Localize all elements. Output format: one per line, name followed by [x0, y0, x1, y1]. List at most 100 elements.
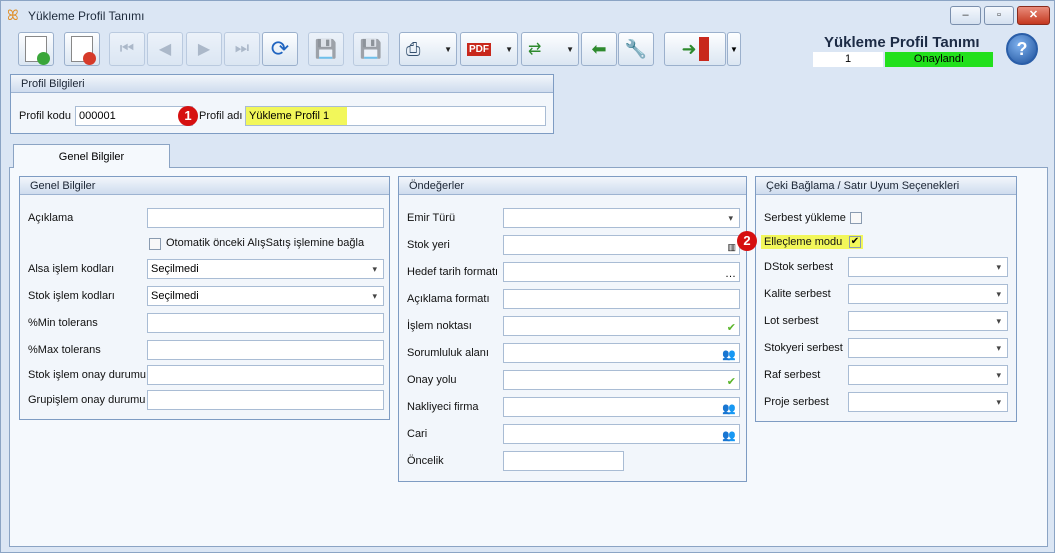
- last-record-button[interactable]: ⏭: [224, 32, 260, 66]
- nakliyeci-input[interactable]: 👥: [503, 397, 740, 417]
- stokyeri-select[interactable]: [848, 338, 1008, 358]
- ondegerler-panel: Öndeğerler Emir Türü Stok yeri ▥ Hedef t…: [398, 176, 747, 482]
- kalite-select[interactable]: [848, 284, 1008, 304]
- double-check-icon[interactable]: ✔: [727, 319, 736, 337]
- oncelik-input[interactable]: [503, 451, 624, 471]
- close-button[interactable]: ✕: [1017, 6, 1050, 25]
- save-close-icon: 💾: [359, 38, 383, 59]
- islem-noktasi-label: İşlem noktası: [407, 320, 472, 332]
- maximize-button[interactable]: ▫: [984, 6, 1014, 25]
- lookup-icon[interactable]: ▥: [727, 238, 736, 256]
- exit-dropdown-button[interactable]: ▼: [727, 32, 741, 66]
- pdf-icon: PDF: [467, 42, 491, 56]
- users-icon[interactable]: 👥: [722, 427, 736, 445]
- users-icon[interactable]: 👥: [722, 400, 736, 418]
- save-icon: 💾: [314, 38, 338, 59]
- import-button[interactable]: ⬅: [581, 32, 617, 66]
- profil-adi-input[interactable]: Yükleme Profil 1: [245, 106, 546, 126]
- grup-onay-input[interactable]: [147, 390, 384, 410]
- stokyeri-label: Stokyeri serbest: [764, 342, 843, 354]
- save-button[interactable]: 💾: [308, 32, 344, 66]
- aciklama-formati-input[interactable]: [503, 289, 740, 309]
- profil-adi-label: Profil adı: [199, 110, 243, 122]
- tab-genel-bilgiler[interactable]: Genel Bilgiler: [13, 144, 170, 168]
- kalite-label: Kalite serbest: [764, 288, 831, 300]
- double-check-icon[interactable]: ✔: [727, 373, 736, 391]
- import-icon: ⬅: [591, 38, 607, 59]
- min-tolerans-label: %Min tolerans: [28, 317, 98, 329]
- alsa-select[interactable]: Seçilmedi: [147, 259, 384, 279]
- dstok-select[interactable]: [848, 257, 1008, 277]
- lot-label: Lot serbest: [764, 315, 819, 327]
- stok-islem-select[interactable]: Seçilmedi: [147, 286, 384, 306]
- delete-button[interactable]: [64, 32, 100, 66]
- status-badge: Onaylandı: [885, 52, 993, 67]
- ceki-panel: Çeki Bağlama / Satır Uyum Seçenekleri Se…: [737, 176, 1017, 422]
- settings-button[interactable]: 🔧: [618, 32, 654, 66]
- emir-turu-select[interactable]: [503, 208, 740, 228]
- raf-select[interactable]: [848, 365, 1008, 385]
- first-icon: ⏮: [119, 40, 135, 57]
- cari-label: Cari: [407, 428, 428, 440]
- new-document-icon: [25, 36, 50, 65]
- otomatik-label: Otomatik önceki AlışSatış işlemine bağla: [166, 237, 365, 249]
- checkmark-icon: ✔: [850, 236, 860, 247]
- hedef-tarih-input[interactable]: …: [503, 262, 740, 282]
- profil-kodu-label: Profil kodu: [19, 110, 71, 122]
- ellipsis-icon[interactable]: …: [725, 265, 736, 283]
- dropdown-arrow-icon: ▼: [730, 44, 738, 54]
- profil-adi-value: Yükleme Profil 1: [246, 107, 348, 125]
- onay-yolu-label: Onay yolu: [407, 374, 457, 386]
- annotation-marker-1: 1: [178, 106, 198, 126]
- serbest-yukleme-checkbox[interactable]: [850, 212, 862, 224]
- exit-button[interactable]: ➜: [664, 32, 726, 66]
- minimize-button[interactable]: –: [950, 6, 981, 25]
- alsa-label: Alsa işlem kodları: [28, 263, 115, 275]
- delete-document-icon: [71, 36, 96, 65]
- sorumluluk-input[interactable]: 👥: [503, 343, 740, 363]
- sorumluluk-label: Sorumluluk alanı: [407, 347, 489, 359]
- door-icon: [698, 37, 709, 61]
- printer-icon: ⎙: [406, 38, 421, 59]
- dropdown-arrow-icon: ▼: [566, 45, 574, 54]
- form-title: Yükleme Profil Tanımı: [824, 34, 980, 51]
- nakliyeci-label: Nakliyeci firma: [407, 401, 479, 413]
- cari-input[interactable]: 👥: [503, 424, 740, 444]
- lot-select[interactable]: [848, 311, 1008, 331]
- islem-noktasi-input[interactable]: ✔: [503, 316, 740, 336]
- max-tolerans-input[interactable]: [147, 340, 384, 360]
- stok-yeri-input[interactable]: ▥: [503, 235, 740, 255]
- onay-yolu-input[interactable]: ✔: [503, 370, 740, 390]
- min-tolerans-input[interactable]: [147, 313, 384, 333]
- previous-icon: ◀: [158, 41, 172, 58]
- aciklama-formati-label: Açıklama formatı: [407, 293, 490, 305]
- print-button[interactable]: ⎙ ▼: [399, 32, 457, 66]
- export-pdf-button[interactable]: PDF ▼: [460, 32, 518, 66]
- title-bar: ꕤ Yükleme Profil Tanımı – ▫ ✕: [1, 1, 1054, 29]
- first-record-button[interactable]: ⏮: [109, 32, 145, 66]
- users-icon[interactable]: 👥: [722, 346, 736, 364]
- aciklama-label: Açıklama: [28, 212, 74, 224]
- profil-panel-header: Profil Bilgileri: [11, 75, 553, 93]
- wrench-icon: 🔧: [624, 38, 648, 59]
- save-close-button[interactable]: 💾: [353, 32, 389, 66]
- last-icon: ⏭: [234, 40, 250, 57]
- ellecleme-label: Elleçleme modu: [761, 235, 863, 249]
- profil-kodu-input[interactable]: 000001: [75, 106, 193, 126]
- ellecleme-checkbox[interactable]: ✔: [849, 236, 861, 248]
- new-button[interactable]: [18, 32, 54, 66]
- next-record-button[interactable]: ▶: [186, 32, 222, 66]
- raf-label: Raf serbest: [764, 369, 821, 381]
- proje-select[interactable]: [848, 392, 1008, 412]
- profil-panel: Profil Bilgileri Profil kodu 000001 1 Pr…: [10, 74, 554, 134]
- refresh-button[interactable]: ⟳: [262, 32, 298, 66]
- help-button[interactable]: ?: [1006, 33, 1038, 65]
- transfer-button[interactable]: ⇄ ▼: [521, 32, 579, 66]
- dropdown-arrow-icon: ▼: [444, 45, 452, 54]
- butterfly-icon: ꕤ: [7, 7, 19, 23]
- aciklama-input[interactable]: [147, 208, 384, 228]
- genel-panel: Genel Bilgiler Açıklama Otomatik önceki …: [19, 176, 390, 420]
- otomatik-checkbox[interactable]: [149, 238, 161, 250]
- stok-onay-input[interactable]: [147, 365, 384, 385]
- previous-record-button[interactable]: ◀: [147, 32, 183, 66]
